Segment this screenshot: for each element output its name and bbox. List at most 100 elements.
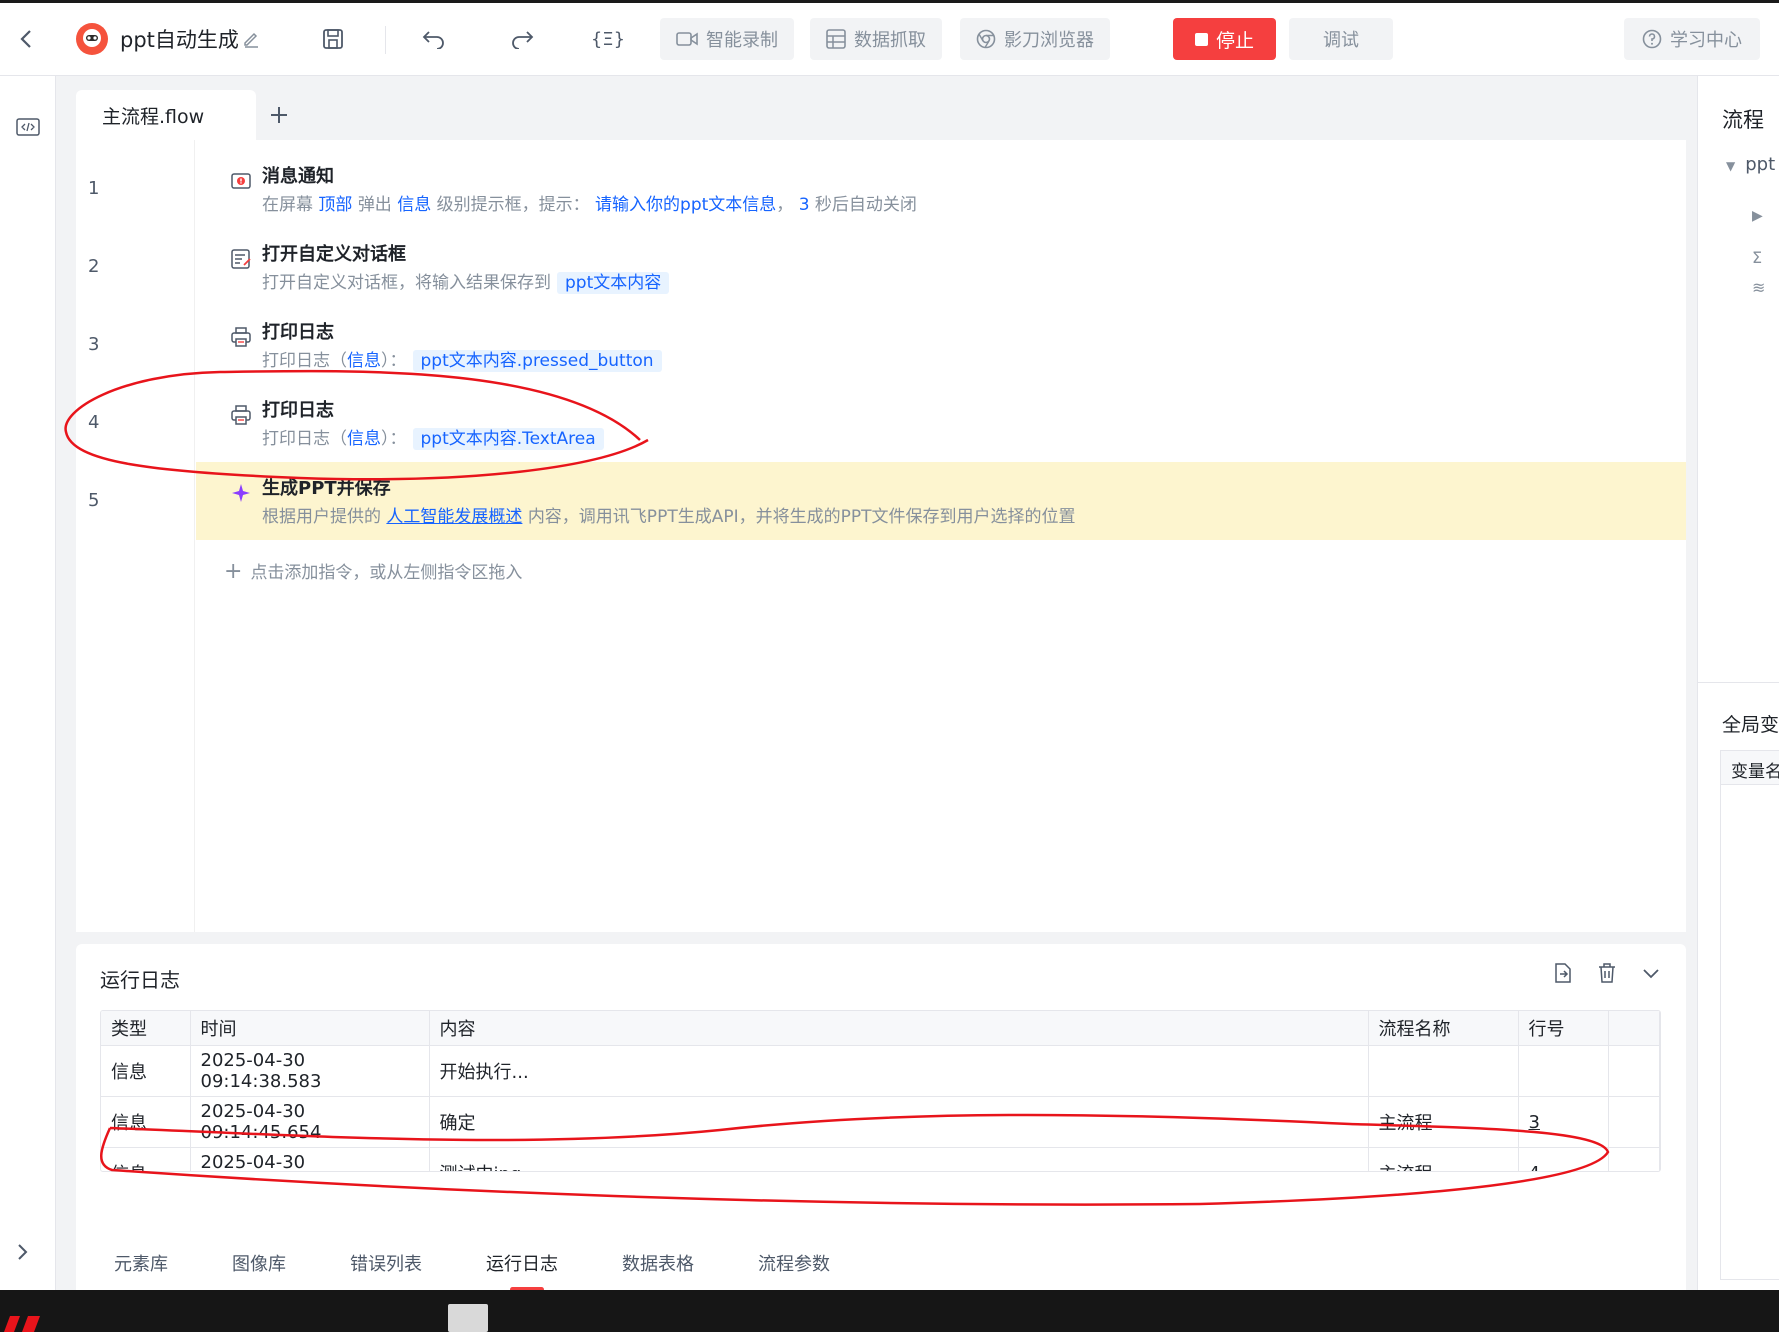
data-capture-button[interactable]: 数据抓取 <box>810 18 942 60</box>
project-title[interactable]: ppt自动生成 <box>120 18 239 60</box>
log-spacer <box>1608 1045 1660 1097</box>
plus-icon: + <box>224 559 243 584</box>
rename-button[interactable] <box>242 18 260 60</box>
variables-button[interactable]: {Ξ} <box>588 18 628 60</box>
browser-icon <box>976 29 996 49</box>
desc-text: 打印日志（ <box>262 351 347 371</box>
step-print-log[interactable]: 打印日志 打印日志（信息）： ppt文本内容.TextArea <box>196 384 1686 462</box>
chevron-down-icon[interactable] <box>1640 962 1662 984</box>
desc-param[interactable]: 请输入你的ppt文本信息 <box>595 195 776 215</box>
log-table: 类型 时间 内容 流程名称 行号 信息 2025-04-30 09:14:38.… <box>100 1010 1661 1172</box>
log-flow: 主流程 <box>1368 1096 1519 1148</box>
smart-record-label: 智能录制 <box>706 30 778 51</box>
step-print-log[interactable]: 打印日志 打印日志（信息）： ppt文本内容.pressed_button <box>196 306 1686 384</box>
back-button[interactable] <box>10 18 42 60</box>
log-type: 信息 <box>101 1147 191 1171</box>
log-table-header: 类型 时间 内容 流程名称 行号 <box>101 1011 1660 1046</box>
desc-param[interactable]: 信息 <box>397 195 431 215</box>
os-taskbar <box>0 1290 1779 1332</box>
learning-center-button[interactable]: 学习中心 <box>1624 18 1760 60</box>
panel-divider <box>1698 682 1779 683</box>
variable-chip[interactable]: ppt文本内容.TextArea <box>412 428 604 450</box>
table-row[interactable]: 信息 2025-04-30 09:14:45.654 测试中ing 主流程 4 <box>101 1147 1660 1171</box>
tab-image-library[interactable]: 图像库 <box>218 1250 310 1276</box>
log-spacer <box>1608 1096 1660 1148</box>
step-description: 在屏幕 顶部 弹出 信息 级别提示框，提示： 请输入你的ppt文本信息， 3 秒… <box>262 190 917 215</box>
log-content: 确定 <box>429 1096 1369 1148</box>
flow-canvas: 1 2 3 4 5 消息通知 在屏幕 顶部 弹出 信息 级别提示框，提示： 请输… <box>76 140 1686 932</box>
log-flow <box>1368 1045 1519 1097</box>
plus-icon <box>271 107 287 123</box>
desc-param[interactable]: 信息 <box>347 429 381 449</box>
global-vars-table: 变量名 <box>1720 750 1779 1280</box>
log-time: 2025-04-30 09:14:45.654 <box>190 1096 430 1148</box>
flow-tree-root[interactable]: ▼ ppt <box>1726 154 1775 175</box>
app-logo-icon <box>76 23 108 55</box>
smart-record-button[interactable]: 智能录制 <box>660 18 794 60</box>
col-header[interactable]: 行号 <box>1518 1011 1609 1046</box>
desc-param[interactable]: 顶部 <box>318 195 352 215</box>
step-message-notify[interactable]: 消息通知 在屏幕 顶部 弹出 信息 级别提示框，提示： 请输入你的ppt文本信息… <box>196 150 1686 228</box>
debug-button[interactable]: 调试 <box>1289 18 1393 60</box>
log-line-link[interactable]: 4 <box>1518 1147 1609 1171</box>
stop-button[interactable]: 停止 <box>1173 18 1277 60</box>
log-line-link[interactable] <box>1518 1045 1609 1097</box>
tab-run-log[interactable]: 运行日志 <box>472 1250 582 1292</box>
export-icon[interactable] <box>1552 962 1574 984</box>
redo-button[interactable] <box>502 18 542 60</box>
tab-main-flow[interactable]: 主流程.flow <box>76 90 256 140</box>
desc-text: 内容，调用讯飞PPT生成API，并将生成的PPT文件保存到用户选择的位置 <box>527 507 1076 527</box>
tab-flow-params[interactable]: 流程参数 <box>744 1250 854 1276</box>
table-row[interactable]: 信息 2025-04-30 09:14:38.583 开始执行... <box>101 1045 1660 1097</box>
col-header[interactable]: 流程名称 <box>1368 1011 1519 1046</box>
step-open-dialog[interactable]: 打开自定义对话框 打开自定义对话框，将输入结果保存到 ppt文本内容 <box>196 228 1686 306</box>
line-gutter: 1 2 3 4 5 <box>76 140 195 932</box>
col-header[interactable]: 类型 <box>101 1011 191 1046</box>
run-log-panel: 运行日志 类型 时间 内容 流程名称 行号 信息 2025-04-30 09:1… <box>76 944 1686 1292</box>
app-taskbar-icon[interactable] <box>0 1310 48 1332</box>
step-description: 打印日志（信息）： ppt文本内容.TextArea <box>262 424 604 450</box>
log-spacer <box>1608 1147 1660 1171</box>
tab-element-library[interactable]: 元素库 <box>100 1250 192 1276</box>
tab-error-list[interactable]: 错误列表 <box>336 1250 446 1276</box>
log-line-link[interactable]: 3 <box>1518 1096 1609 1148</box>
step-title: 打印日志 <box>262 400 334 421</box>
line-number: 2 <box>88 256 100 277</box>
document-taskbar-icon[interactable] <box>448 1304 488 1332</box>
line-number: 4 <box>88 412 100 433</box>
table-row[interactable]: 信息 2025-04-30 09:14:45.654 确定 主流程 3 <box>101 1096 1660 1148</box>
flow-editor: 主流程.flow 1 2 3 4 5 消息通知 在屏幕 顶部 弹出 信息 级别提… <box>76 90 1686 932</box>
code-panel-icon[interactable] <box>16 118 40 136</box>
caret-down-icon: ▼ <box>1726 159 1736 173</box>
col-header[interactable]: 内容 <box>429 1011 1369 1046</box>
desc-text: ）： <box>381 429 407 449</box>
desc-text: 打开自定义对话框，将输入结果保存到 <box>262 273 551 293</box>
col-header-spacer <box>1608 1011 1660 1046</box>
desc-param[interactable]: 信息 <box>347 351 381 371</box>
layers-icon: ≋ <box>1752 278 1766 297</box>
step-generate-ppt[interactable]: 生成PPT并保存 根据用户提供的 人工智能发展概述 内容，调用讯飞PPT生成AP… <box>196 462 1686 540</box>
tab-data-table[interactable]: 数据表格 <box>608 1250 718 1276</box>
desc-param[interactable]: 3 <box>799 195 810 215</box>
variable-chip[interactable]: ppt文本内容 <box>557 272 670 294</box>
desc-text: 打印日志（ <box>262 429 347 449</box>
log-title: 运行日志 <box>100 968 180 992</box>
add-tab-button[interactable] <box>256 90 302 140</box>
caret-right-icon[interactable]: ▶ <box>1752 208 1763 224</box>
right-panel: 流程 ▼ ppt ▶ Σ ≋ 全局变 变量名 <box>1697 76 1779 1290</box>
step-title: 打开自定义对话框 <box>262 244 406 265</box>
tree-root-label: ppt <box>1745 154 1776 175</box>
desc-text: 弹出 <box>357 195 392 215</box>
save-button[interactable] <box>313 18 353 60</box>
col-header[interactable]: 时间 <box>190 1011 430 1046</box>
step-title: 打印日志 <box>262 322 334 343</box>
desc-param[interactable]: 人工智能发展概述 <box>386 507 522 527</box>
add-hint-label: 点击添加指令，或从左侧指令区拖入 <box>250 563 523 583</box>
log-content: 测试中ing <box>429 1147 1369 1171</box>
browser-button[interactable]: 影刀浏览器 <box>960 18 1110 60</box>
expand-panel-button[interactable] <box>16 1242 28 1266</box>
undo-button[interactable] <box>414 18 454 60</box>
trash-icon[interactable] <box>1596 962 1618 984</box>
add-instruction-hint[interactable]: + 点击添加指令，或从左侧指令区拖入 <box>224 558 522 584</box>
variable-chip[interactable]: ppt文本内容.pressed_button <box>412 350 662 372</box>
